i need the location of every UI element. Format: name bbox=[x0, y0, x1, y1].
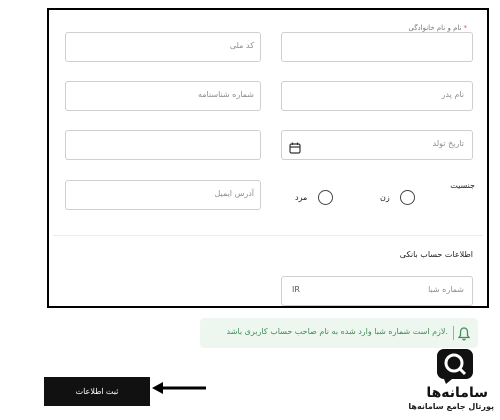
gender-female-label: زن bbox=[380, 193, 390, 202]
bank-section-title: اطلاعات حساب بانکی bbox=[399, 250, 473, 259]
registration-form: نام و نام خانوادگی * کد ملی نام پدر شماره… bbox=[47, 8, 489, 308]
fullname-input[interactable] bbox=[281, 32, 473, 62]
gender-male-label: مرد bbox=[295, 193, 308, 202]
notice-text: لازم است شماره شبا وارد شده به نام صاحب … bbox=[226, 327, 448, 336]
logo-mark-icon bbox=[437, 349, 473, 384]
fullname-label: نام و نام خانوادگی * bbox=[408, 24, 467, 32]
id-number-input[interactable]: شماره شناسنامه bbox=[65, 81, 261, 111]
arrow-icon bbox=[152, 382, 206, 394]
calendar-icon[interactable] bbox=[289, 139, 301, 154]
sheba-prefix: IR bbox=[292, 285, 300, 294]
required-mark: * bbox=[463, 24, 468, 32]
notice-separator bbox=[453, 326, 454, 340]
fullname-label-text: نام و نام خانوادگی bbox=[408, 24, 462, 32]
section-divider bbox=[53, 235, 483, 236]
sheba-placeholder: شماره شبا bbox=[428, 285, 464, 294]
gender-female-radio[interactable] bbox=[400, 190, 415, 205]
birth-date-placeholder: تاریخ تولد bbox=[432, 139, 464, 148]
logo-subtitle: پورتال جامع سامانه‌ها bbox=[408, 402, 494, 411]
extra-input[interactable] bbox=[65, 130, 261, 160]
national-code-input[interactable]: کد ملی bbox=[65, 32, 261, 62]
gender-label: جنسیت bbox=[450, 181, 475, 190]
logo-title: سامانه‌ها bbox=[426, 385, 488, 401]
sheba-input[interactable]: شماره شبا IR bbox=[281, 276, 473, 306]
gender-male-radio[interactable] bbox=[318, 190, 333, 205]
email-placeholder: آدرس ایمیل bbox=[214, 189, 254, 198]
national-code-placeholder: کد ملی bbox=[229, 41, 254, 50]
father-name-input[interactable]: نام پدر bbox=[281, 81, 473, 111]
birth-date-input[interactable]: تاریخ تولد bbox=[281, 130, 473, 160]
id-number-placeholder: شماره شناسنامه bbox=[197, 90, 254, 99]
submit-button[interactable]: ثبت اطلاعات bbox=[44, 377, 150, 406]
father-name-placeholder: نام پدر bbox=[441, 90, 464, 99]
sheba-notice: لازم است شماره شبا وارد شده به نام صاحب … bbox=[200, 318, 478, 348]
bell-icon bbox=[457, 326, 471, 341]
email-input[interactable]: آدرس ایمیل bbox=[65, 180, 261, 210]
